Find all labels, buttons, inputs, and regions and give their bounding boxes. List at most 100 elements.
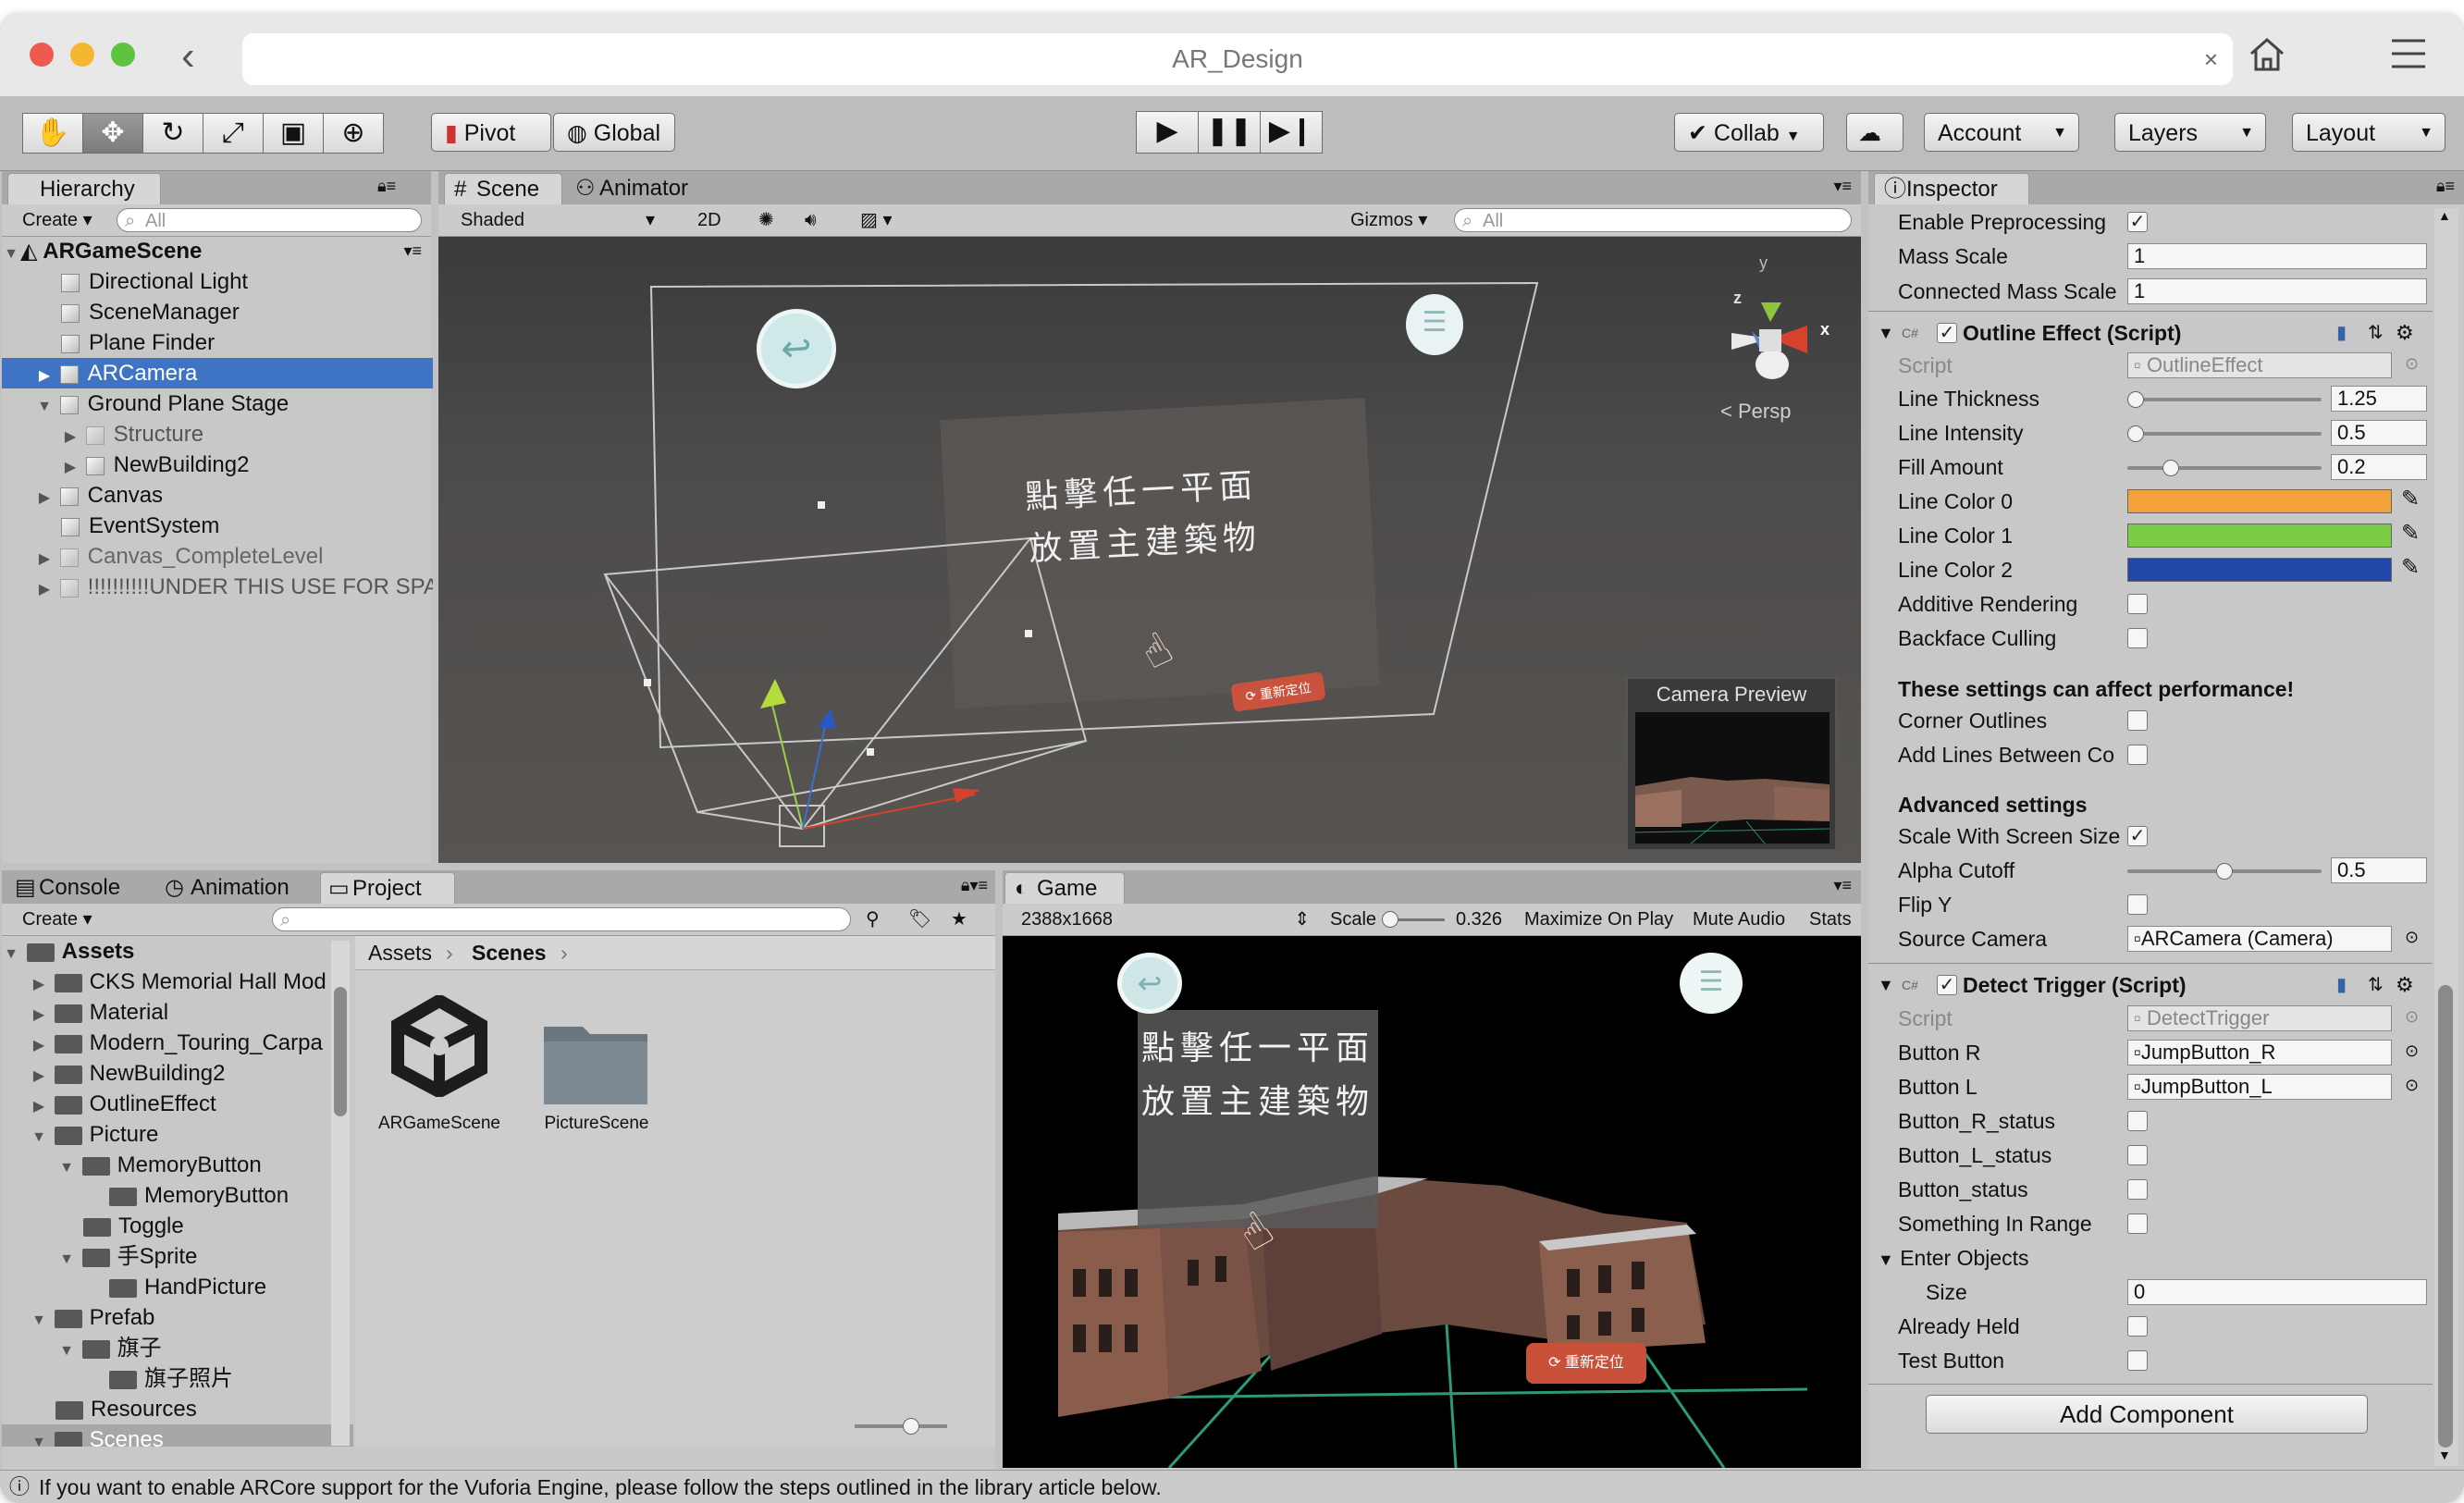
foldout-arrow-icon[interactable]: ▼ bbox=[1878, 968, 1894, 1002]
scale-slider-knob[interactable] bbox=[1382, 911, 1398, 928]
collapsed-arrow-icon[interactable]: ▶ bbox=[30, 1030, 48, 1058]
line-color2-swatch[interactable] bbox=[2127, 558, 2392, 582]
tree-item[interactable]: Resources bbox=[2, 1394, 353, 1424]
resolution-dropdown[interactable]: 2388x1668 ⇕ bbox=[1021, 906, 1310, 932]
expanded-arrow-icon[interactable]: ▼ bbox=[57, 1244, 76, 1272]
expanded-arrow-icon[interactable]: ▼ bbox=[57, 1152, 76, 1180]
options-icon[interactable]: ▾≡ bbox=[403, 236, 422, 266]
move-tool-button[interactable]: ✥ bbox=[82, 113, 143, 154]
game-viewport[interactable]: 點擊任一平面 放置主建築物 ☝ ↩ ☰ ⟳ 重新定位 bbox=[1003, 936, 1861, 1468]
collab-dropdown[interactable]: ✔ Collab ▼ bbox=[1674, 113, 1824, 152]
collapsed-arrow-icon[interactable]: ▶ bbox=[35, 544, 54, 572]
filter-type-icon[interactable]: ⚲ bbox=[866, 906, 880, 932]
tab-inspector[interactable]: ⓘ Inspector bbox=[1874, 173, 2029, 204]
source-camera-field[interactable]: ▫ARCamera (Camera) bbox=[2127, 926, 2392, 952]
collapsed-arrow-icon[interactable]: ▶ bbox=[30, 1000, 48, 1028]
detect-trigger-enabled-checkbox[interactable]: ✓ bbox=[1937, 975, 1957, 995]
expanded-arrow-icon[interactable]: ▼ bbox=[57, 1336, 76, 1363]
alpha-cutoff-knob[interactable] bbox=[2216, 863, 2233, 880]
tree-item[interactable]: ▼ Prefab bbox=[2, 1302, 353, 1333]
hierarchy-item[interactable]: ▶ Structure bbox=[2, 419, 433, 450]
additive-rendering-checkbox[interactable] bbox=[2127, 594, 2148, 614]
account-dropdown[interactable]: Account ▼ bbox=[1924, 113, 2079, 152]
stats-toggle[interactable]: Stats bbox=[1809, 906, 1852, 932]
address-bar[interactable]: AR_Design × bbox=[242, 33, 2233, 85]
asset-picturescene[interactable] bbox=[540, 1017, 651, 1108]
expanded-arrow-icon[interactable]: ▼ bbox=[30, 1305, 48, 1333]
global-toggle[interactable]: ◍ Global bbox=[553, 113, 675, 152]
game-back-button[interactable]: ↩ bbox=[1117, 953, 1182, 1014]
tree-item[interactable]: ▼ Picture bbox=[2, 1119, 353, 1150]
expanded-arrow-icon[interactable]: ▼ bbox=[2, 239, 20, 266]
line-intensity-field[interactable]: 0.5 bbox=[2331, 420, 2427, 446]
effects-icon[interactable]: ▨ ▾ bbox=[860, 207, 893, 233]
project-search-input[interactable]: ⌕ bbox=[272, 907, 851, 931]
breadcrumb-assets[interactable]: Assets bbox=[368, 936, 432, 969]
icon-size-slider-knob[interactable] bbox=[903, 1418, 919, 1435]
collapsed-arrow-icon[interactable]: ▶ bbox=[61, 422, 80, 450]
eyedropper-icon[interactable]: ✎ bbox=[2401, 520, 2420, 547]
foldout-arrow-icon[interactable]: ▼ bbox=[1878, 1250, 1894, 1269]
gear-icon[interactable]: ⚙ bbox=[2396, 968, 2414, 1002]
tree-item[interactable]: ▼ 手Sprite bbox=[2, 1241, 353, 1272]
tree-item[interactable]: 旗子照片 bbox=[2, 1363, 353, 1394]
close-window-button[interactable] bbox=[30, 43, 54, 67]
hierarchy-item-selected[interactable]: ▶ ARCamera bbox=[2, 358, 433, 388]
zoom-window-button[interactable] bbox=[111, 43, 135, 67]
hand-tool-button[interactable]: ✋ bbox=[22, 113, 83, 154]
scene-viewport[interactable]: y z x < Persp ↩ ☰ 點擊任一平面 放置主建築物 ☝ ⟳ 重新定位… bbox=[438, 237, 1861, 863]
line-intensity-slider[interactable] bbox=[2127, 425, 2322, 442]
scale-screen-checkbox[interactable]: ✓ bbox=[2127, 826, 2148, 846]
enter-objects-row[interactable]: ▼ Enter Objects bbox=[1878, 1242, 2414, 1274]
tree-scrollbar-thumb[interactable] bbox=[334, 987, 347, 1116]
tab-game[interactable]: ◐ Game bbox=[1004, 872, 1125, 904]
hierarchy-item[interactable]: ▼ Ground Plane Stage bbox=[2, 388, 433, 419]
outline-effect-header[interactable]: ▼ C# ✓ Outline Effect (Script) ▮ ⇅ ⚙ bbox=[1868, 316, 2434, 350]
tab-hierarchy[interactable]: Hierarchy bbox=[7, 173, 161, 204]
hierarchy-item[interactable]: EventSystem bbox=[2, 511, 433, 541]
size-field[interactable]: 0 bbox=[2127, 1279, 2427, 1305]
shading-dropdown[interactable]: Shaded ▾ bbox=[461, 207, 655, 233]
line-color0-swatch[interactable] bbox=[2127, 489, 2392, 513]
eyedropper-icon[interactable]: ✎ bbox=[2401, 554, 2420, 581]
fill-amount-field[interactable]: 0.2 bbox=[2331, 454, 2427, 480]
hierarchy-item[interactable]: Directional Light bbox=[2, 266, 433, 297]
lighting-icon[interactable]: ✺ bbox=[758, 207, 774, 233]
tree-item[interactable]: Toggle bbox=[2, 1211, 353, 1241]
scale-slider[interactable] bbox=[1382, 911, 1445, 928]
minimize-window-button[interactable] bbox=[70, 43, 94, 67]
button-l-field[interactable]: ▫JumpButton_L bbox=[2127, 1074, 2392, 1100]
breadcrumb-scenes[interactable]: Scenes bbox=[472, 936, 547, 969]
maximize-on-play-toggle[interactable]: Maximize On Play bbox=[1524, 906, 1673, 932]
add-component-button[interactable]: Add Component bbox=[1926, 1395, 2368, 1434]
tab-animator[interactable]: ⚇ Animator bbox=[568, 173, 716, 204]
enable-preprocessing-checkbox[interactable]: ✓ bbox=[2127, 212, 2148, 232]
scene-search-input[interactable]: ⌕ All bbox=[1454, 208, 1852, 232]
tree-item[interactable]: ▼ Assets bbox=[2, 936, 353, 967]
rotate-tool-button[interactable]: ↻ bbox=[142, 113, 203, 154]
tree-item[interactable]: ▶ Material bbox=[2, 997, 353, 1028]
menu-icon[interactable] bbox=[2390, 37, 2427, 75]
label-tag-icon[interactable]: 🏷︎ bbox=[908, 906, 931, 932]
collapsed-arrow-icon[interactable]: ▶ bbox=[35, 483, 54, 511]
gizmos-dropdown[interactable]: Gizmos ▾ bbox=[1350, 207, 1427, 233]
line-color1-swatch[interactable] bbox=[2127, 524, 2392, 548]
detect-trigger-header[interactable]: ▼ C# ✓ Detect Trigger (Script) ▮ ⇅ ⚙ bbox=[1868, 968, 2434, 1002]
persp-label[interactable]: < Persp bbox=[1720, 400, 1791, 424]
flip-y-checkbox[interactable] bbox=[2127, 894, 2148, 915]
add-lines-checkbox[interactable] bbox=[2127, 745, 2148, 765]
collapsed-arrow-icon[interactable]: ▶ bbox=[30, 1091, 48, 1119]
icon-size-slider[interactable] bbox=[855, 1418, 947, 1435]
inspector-scrollbar-thumb[interactable] bbox=[2438, 985, 2453, 1448]
tree-item[interactable]: ▼ MemoryButton bbox=[2, 1150, 353, 1180]
help-book-icon[interactable]: ▮ bbox=[2336, 968, 2347, 1002]
lock-icon[interactable]: 🔒︎▾≡ bbox=[961, 876, 988, 895]
help-book-icon[interactable]: ▮ bbox=[2336, 316, 2347, 350]
mute-audio-toggle[interactable]: Mute Audio bbox=[1693, 906, 1785, 932]
tree-item[interactable]: ▶ OutlineEffect bbox=[2, 1089, 353, 1119]
already-held-checkbox[interactable] bbox=[2127, 1316, 2148, 1337]
button-status-checkbox[interactable] bbox=[2127, 1179, 2148, 1200]
scroll-down-icon[interactable]: ▼ bbox=[2438, 1448, 2451, 1462]
game-reset-button[interactable]: ⟳ 重新定位 bbox=[1526, 1343, 1646, 1384]
fill-amount-slider[interactable] bbox=[2127, 460, 2322, 476]
